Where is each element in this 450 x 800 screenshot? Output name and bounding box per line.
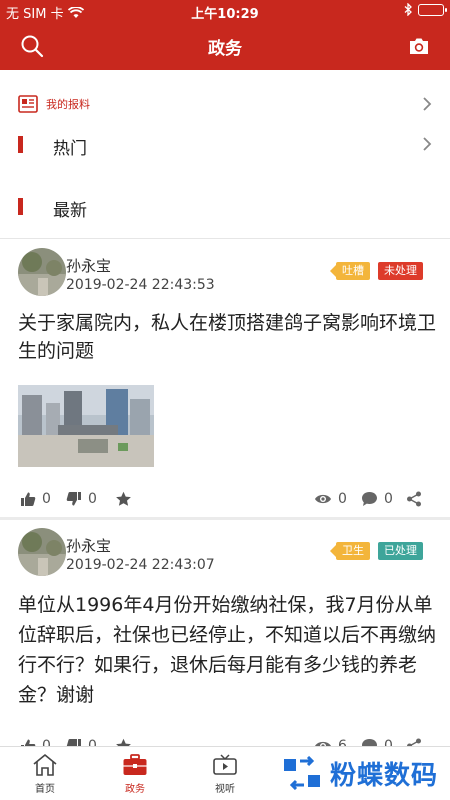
tab-label: 政务 xyxy=(125,784,145,795)
section-marker xyxy=(18,136,23,153)
bottom-tab-bar: 首页 政务 视听 粉蝶数码 xyxy=(0,746,450,800)
view-count: 6 xyxy=(314,738,347,746)
brand-text: 粉蝶数码 xyxy=(329,760,438,791)
tab-media[interactable]: 视听 xyxy=(190,753,260,795)
star-icon xyxy=(116,738,131,746)
star-icon xyxy=(116,491,131,506)
comment-icon xyxy=(362,492,377,506)
view-count: 0 xyxy=(314,491,347,507)
briefcase-icon xyxy=(123,754,147,775)
my-reports-label: 我的报料 xyxy=(46,98,90,111)
chevron-right-icon xyxy=(423,97,432,111)
latest-row: 最新 xyxy=(0,192,450,222)
bluetooth-icon xyxy=(404,3,412,16)
like-count: 0 xyxy=(42,738,51,746)
avatar[interactable] xyxy=(18,528,66,576)
author-name: 孙永宝 xyxy=(66,257,112,275)
news-icon xyxy=(18,95,38,113)
post-datetime: 2019-02-24 22:43:07 xyxy=(66,557,215,573)
dislike-button[interactable]: 0 xyxy=(66,738,97,746)
favorite-button[interactable] xyxy=(115,738,132,746)
dislike-button[interactable]: 0 xyxy=(66,491,97,507)
post-title[interactable]: 关于家属院内，私人在楼顶搭建鸽子窝影响环境卫生的问题 xyxy=(18,309,436,365)
my-reports-row[interactable]: 我的报料 xyxy=(0,90,450,118)
page-title: 政务 xyxy=(208,39,242,59)
status-bar: 无 SIM 卡 上午10:29 xyxy=(0,0,450,22)
category-tag: 卫生 xyxy=(330,542,370,560)
post-card[interactable]: 孙永宝 2019-02-24 22:43:07 卫生 已处理 单位从1996年4… xyxy=(0,520,450,746)
thumbs-down-icon xyxy=(66,492,81,506)
author-name: 孙永宝 xyxy=(66,537,112,555)
comments-value: 0 xyxy=(384,491,393,507)
tab-gov[interactable]: 政务 xyxy=(100,753,170,795)
tab-label: 视听 xyxy=(215,784,235,795)
hot-row[interactable]: 热门 xyxy=(0,130,450,160)
dislike-count: 0 xyxy=(88,491,97,507)
eye-icon xyxy=(315,494,331,504)
like-count: 0 xyxy=(42,491,51,507)
comment-button[interactable]: 0 xyxy=(361,491,393,507)
dislike-count: 0 xyxy=(88,738,97,746)
views-value: 0 xyxy=(338,491,347,507)
brand-watermark: 粉蝶数码 xyxy=(282,755,438,791)
post-title[interactable]: 单位从1996年4月份开始缴纳社保，我7月份从单位辞职后，社保也已经停止，不知道… xyxy=(18,590,436,710)
share-icon[interactable] xyxy=(406,491,422,507)
post-card[interactable]: 孙永宝 2019-02-24 22:43:53 吐槽 未处理 关于家属院内，私人… xyxy=(0,240,450,518)
thumbs-down-icon xyxy=(66,739,81,746)
favorite-button[interactable] xyxy=(115,491,132,507)
divider xyxy=(0,238,450,239)
app-header: 政务 xyxy=(0,22,450,70)
like-button[interactable]: 0 xyxy=(20,491,51,507)
status-badge: 已处理 xyxy=(378,542,423,560)
home-icon xyxy=(33,754,57,776)
comment-button[interactable]: 0 xyxy=(361,738,393,746)
section-marker xyxy=(18,198,23,215)
thumbs-up-icon xyxy=(21,739,36,746)
camera-icon[interactable] xyxy=(408,35,430,57)
like-button[interactable]: 0 xyxy=(20,738,51,746)
tab-home[interactable]: 首页 xyxy=(10,753,80,795)
tv-icon xyxy=(213,754,237,775)
chevron-right-icon xyxy=(423,137,432,151)
avatar[interactable] xyxy=(18,248,66,296)
post-image[interactable] xyxy=(18,385,154,467)
share-icon[interactable] xyxy=(406,738,422,746)
category-tag: 吐槽 xyxy=(330,262,370,280)
status-badge: 未处理 xyxy=(378,262,423,280)
thumbs-up-icon xyxy=(21,492,36,506)
latest-label: 最新 xyxy=(53,201,87,221)
comment-icon xyxy=(362,739,377,746)
brand-logo-icon xyxy=(283,756,320,790)
views-value: 6 xyxy=(338,738,347,746)
hot-label: 热门 xyxy=(53,139,87,159)
comments-value: 0 xyxy=(384,738,393,746)
status-time: 上午10:29 xyxy=(191,7,259,22)
tab-label: 首页 xyxy=(35,784,55,795)
status-right xyxy=(404,3,447,16)
battery-icon xyxy=(418,3,447,16)
post-datetime: 2019-02-24 22:43:53 xyxy=(66,277,215,293)
